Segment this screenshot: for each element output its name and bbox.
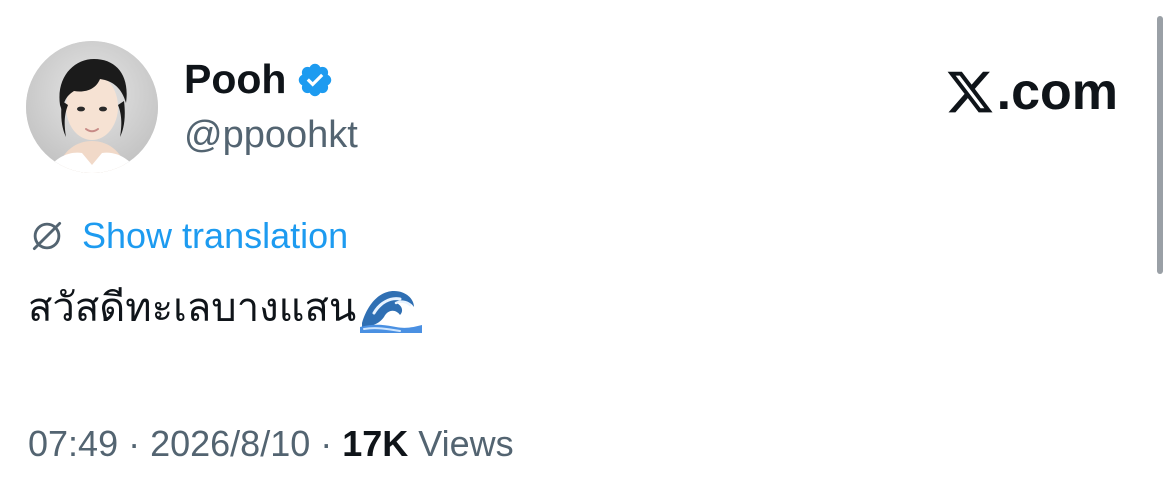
translate-globe-icon — [28, 217, 66, 255]
tweet-text: สวัสดีทะเลบางแสน — [28, 282, 423, 334]
brand-domain-text: .com — [996, 63, 1118, 121]
water-wave-emoji-icon — [360, 283, 423, 333]
scrollbar[interactable] — [1155, 0, 1169, 496]
views-label[interactable]: Views — [418, 422, 513, 466]
show-translation-link[interactable]: Show translation — [28, 214, 348, 258]
show-translation-label[interactable]: Show translation — [82, 214, 348, 258]
views-count[interactable]: 17K — [342, 422, 408, 466]
verified-badge-icon — [296, 61, 334, 99]
author-handle[interactable]: @ppoohkt — [184, 112, 358, 158]
profile-photo-icon — [26, 41, 158, 173]
author-display-name[interactable]: Pooh — [184, 54, 286, 104]
tweet-meta: 07:49 · 2026/8/10 · 17K Views — [28, 422, 514, 466]
x-logo-icon — [945, 67, 995, 117]
meta-separator: · — [320, 423, 333, 464]
scrollbar-thumb[interactable] — [1157, 16, 1163, 274]
author-name-row[interactable]: Pooh — [184, 54, 334, 104]
tweet-date[interactable]: 2026/8/10 — [150, 422, 310, 466]
meta-separator: · — [128, 423, 141, 464]
brand-watermark: .com — [945, 62, 1118, 122]
tweet-body: สวัสดีทะเลบางแสน — [28, 286, 357, 330]
tweet-time[interactable]: 07:49 — [28, 422, 118, 466]
avatar[interactable] — [26, 41, 158, 173]
